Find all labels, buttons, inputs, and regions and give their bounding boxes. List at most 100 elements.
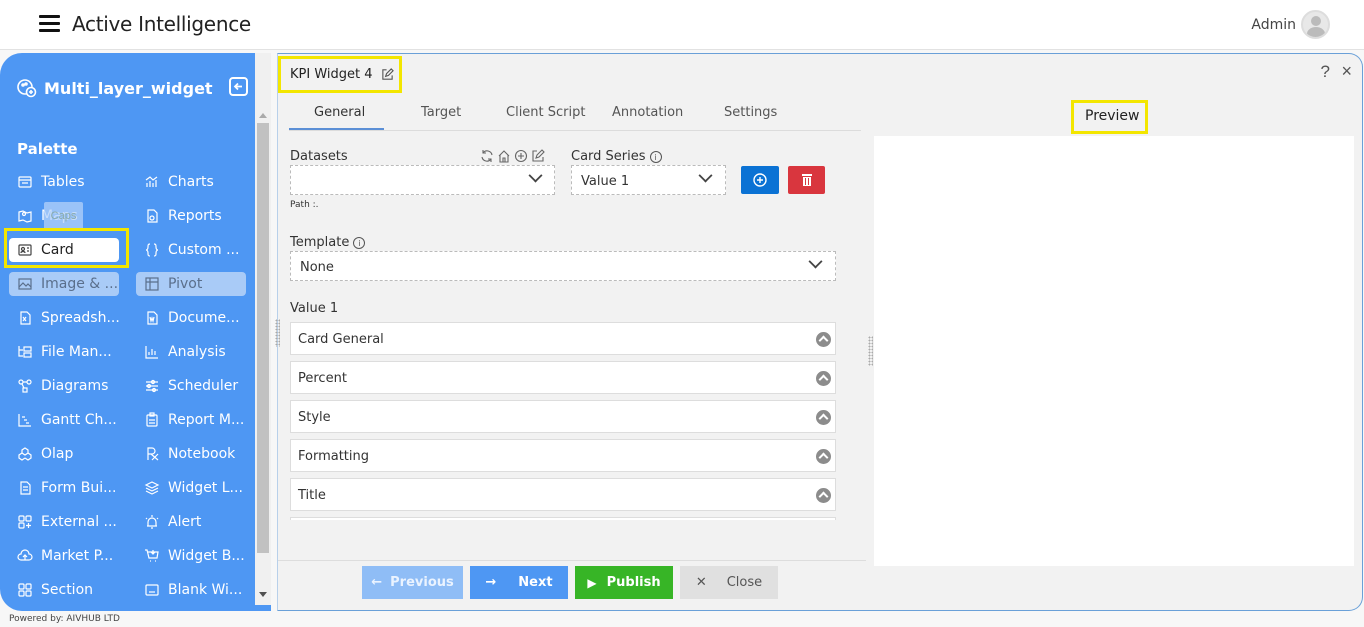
palette-item-label: Diagrams <box>41 378 109 394</box>
help-icon[interactable]: ? <box>1321 62 1330 82</box>
accordion-title: Percent <box>298 371 347 386</box>
template-select[interactable]: None <box>290 251 836 281</box>
publish-button[interactable]: ▶ Publish <box>575 566 673 599</box>
edit-dataset-icon[interactable] <box>531 149 545 163</box>
accordion-title[interactable]: Title <box>290 478 836 511</box>
tab-target[interactable]: Target <box>421 105 461 120</box>
user-name[interactable]: Admin <box>1251 17 1296 33</box>
app-title: Active Intelligence <box>72 12 251 36</box>
cart-icon <box>144 548 160 564</box>
info-icon[interactable]: i <box>353 236 366 249</box>
palette-item-card[interactable]: Card <box>9 238 119 262</box>
next-button[interactable]: → Next <box>470 566 568 599</box>
palette-item-docume[interactable]: Docume... <box>144 306 240 330</box>
chevron-up-icon[interactable] <box>816 332 831 347</box>
add-series-button[interactable] <box>741 166 779 194</box>
palette-item-label: Report M... <box>168 412 245 428</box>
hamburger-menu-icon[interactable] <box>39 15 60 32</box>
palette-item-widget-b[interactable]: Widget B... <box>144 544 245 568</box>
sidebar-scrollbar[interactable] <box>255 53 271 605</box>
clipboard-icon <box>144 412 160 428</box>
pivot-icon <box>144 276 160 292</box>
collapse-sidebar-icon[interactable] <box>229 77 248 96</box>
palette-item-olap[interactable]: Olap <box>17 442 73 466</box>
palette-item-blank-wi[interactable]: Blank Wi... <box>144 578 242 602</box>
resize-handle[interactable] <box>275 319 280 347</box>
form-icon <box>17 480 33 496</box>
palette-item-label: Market P... <box>41 548 114 564</box>
chevron-up-icon[interactable] <box>816 371 831 386</box>
accordion-card-general[interactable]: Card General <box>290 322 836 355</box>
palette-item-label: Docume... <box>168 310 240 326</box>
alarm-icon <box>144 514 160 530</box>
palette-item-label: Widget L... <box>168 480 243 496</box>
palette-item-market-p[interactable]: Market P... <box>17 544 113 568</box>
image-icon <box>17 276 33 292</box>
document-icon <box>144 310 160 326</box>
chevron-up-icon[interactable] <box>816 449 831 464</box>
palette-item-pivot[interactable]: Pivot <box>136 272 246 296</box>
palette-item-form-bui[interactable]: Form Bui... <box>17 476 116 500</box>
trash-icon <box>801 174 812 186</box>
tab-general[interactable]: General <box>314 105 365 120</box>
accordion-style[interactable]: Style <box>290 400 836 433</box>
close-icon[interactable]: × <box>1341 61 1352 82</box>
tab-settings[interactable]: Settings <box>724 105 777 120</box>
palette-item-label: Spreadsh... <box>41 310 120 326</box>
analysis-icon <box>144 344 160 360</box>
accordion-title: Formatting <box>298 449 370 464</box>
split-resize-handle[interactable] <box>868 336 873 366</box>
arrow-right-icon: → <box>485 575 497 590</box>
info-icon[interactable]: i <box>649 150 662 163</box>
palette-item-label: Custom ... <box>168 242 240 258</box>
palette-item-alert[interactable]: Alert <box>144 510 201 534</box>
palette-item-external[interactable]: External ... <box>17 510 117 534</box>
palette-item-reports[interactable]: Reports <box>144 204 222 228</box>
home-icon[interactable] <box>497 149 511 163</box>
play-icon: ▶ <box>587 575 597 590</box>
palette-item-widget-l[interactable]: Widget L... <box>144 476 243 500</box>
edit-icon[interactable] <box>381 68 394 81</box>
palette-item-section[interactable]: Section <box>17 578 93 602</box>
accordion-percent[interactable]: Percent <box>290 361 836 394</box>
previous-button[interactable]: ← Previous <box>362 566 463 599</box>
palette-item-label: File Man... <box>41 344 112 360</box>
close-button[interactable]: ✕ Close <box>680 566 778 599</box>
drag-tooltip: Caps <box>44 202 83 230</box>
refresh-icon[interactable] <box>480 149 494 163</box>
avatar[interactable] <box>1301 10 1330 39</box>
widget-name: Multi_layer_widget <box>44 78 213 98</box>
palette-item-diagrams[interactable]: Diagrams <box>17 374 108 398</box>
accordion-formatting[interactable]: Formatting <box>290 439 836 472</box>
chevron-up-icon[interactable] <box>816 410 831 425</box>
tab-client-script[interactable]: Client Script <box>506 105 585 120</box>
datasets-select[interactable] <box>290 165 555 195</box>
palette-item-image[interactable]: Image & ... <box>9 272 119 296</box>
section-icon <box>17 582 33 598</box>
palette-item-notebook[interactable]: Notebook <box>144 442 235 466</box>
palette-item-analysis[interactable]: Analysis <box>144 340 226 364</box>
palette-item-label: Widget B... <box>168 548 245 564</box>
active-tab-indicator <box>289 128 384 130</box>
palette-item-report-m[interactable]: Report M... <box>144 408 244 432</box>
arrow-left-icon: ← <box>371 575 383 590</box>
add-circle-icon[interactable] <box>514 149 528 163</box>
chart-icon <box>144 174 160 190</box>
tab-annotation[interactable]: Annotation <box>612 105 683 120</box>
template-label: Template i <box>290 235 366 250</box>
value-section-label: Value 1 <box>290 301 339 316</box>
chevron-up-icon[interactable] <box>816 488 831 503</box>
palette-item-custom[interactable]: Custom ... <box>144 238 239 262</box>
palette-item-gantt-ch[interactable]: Gantt Ch... <box>17 408 117 432</box>
map-icon <box>17 208 33 224</box>
palette-item-charts[interactable]: Charts <box>144 170 214 194</box>
palette-item-tables[interactable]: Tables <box>17 170 85 194</box>
palette-item-scheduler[interactable]: Scheduler <box>144 374 238 398</box>
palette-item-label: Alert <box>168 514 202 530</box>
widget-layer-icon <box>17 79 37 98</box>
palette-item-label: Reports <box>168 208 222 224</box>
palette-item-file-man[interactable]: File Man... <box>17 340 112 364</box>
olap-icon <box>17 446 33 462</box>
palette-item-spreadsh[interactable]: Spreadsh... <box>17 306 120 330</box>
delete-series-button[interactable] <box>788 166 825 194</box>
